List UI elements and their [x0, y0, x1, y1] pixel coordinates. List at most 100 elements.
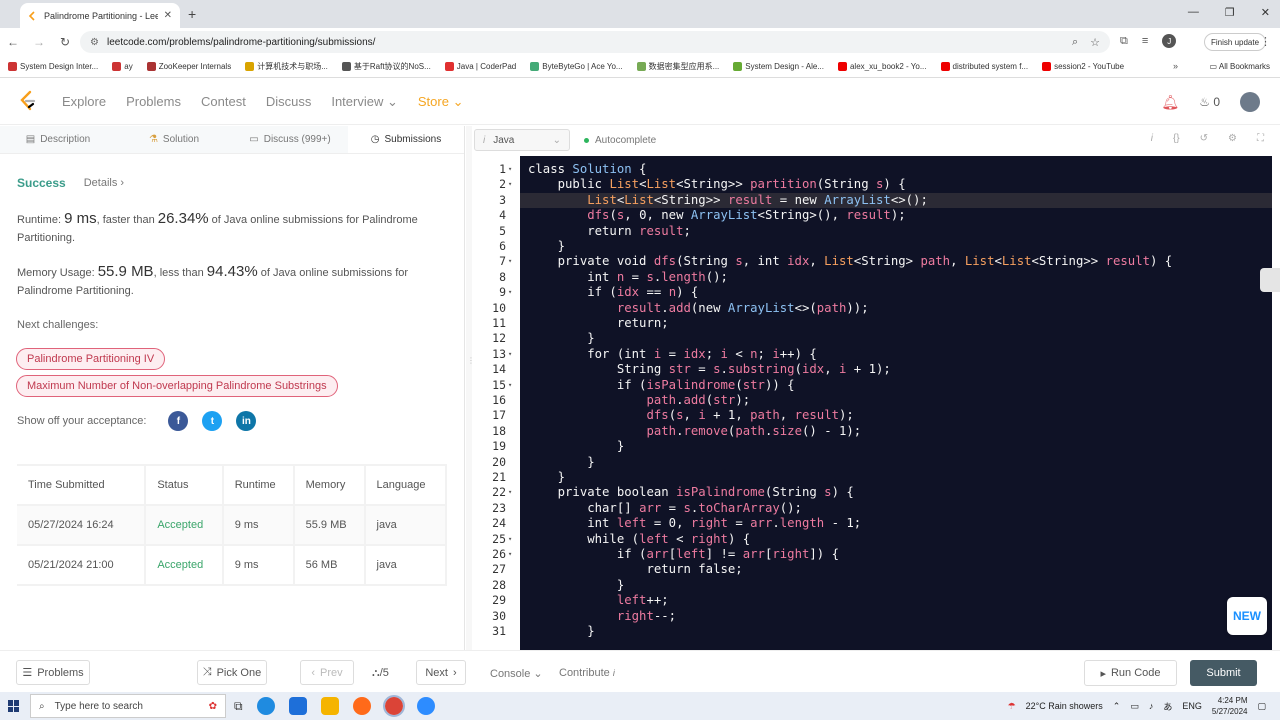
twitter-icon[interactable]: t — [202, 411, 223, 431]
taskbar-search-input[interactable]: ⌕ Type here to search ✿ — [30, 694, 226, 718]
nav-interview[interactable]: Interview ⌄ — [331, 94, 398, 110]
autocomplete-toggle[interactable]: Autocomplete — [584, 135, 656, 146]
side-panel-handle[interactable] — [1260, 268, 1280, 292]
code-line[interactable]: path.add(str); 16 — [492, 393, 1272, 408]
table-row[interactable]: 05/27/2024 16:24 Accepted 9 ms 55.9 MB j… — [17, 505, 448, 546]
weather-icon[interactable]: ☂ — [1008, 701, 1016, 712]
code-line[interactable]: path.remove(path.size() - 1); 18 — [492, 424, 1272, 439]
braces-icon[interactable]: {} — [1173, 133, 1180, 144]
code-line[interactable]: if (idx == n) {9 ▾ — [499, 285, 1272, 300]
nav-discuss[interactable]: Discuss — [266, 94, 312, 110]
points-counter[interactable]: ♨ 0 — [1199, 95, 1220, 109]
code-line[interactable]: return; 11 — [492, 316, 1272, 331]
reset-icon[interactable]: ↺ — [1200, 133, 1208, 144]
fullscreen-icon[interactable]: ⛶ — [1257, 133, 1264, 144]
fold-toggle-icon[interactable]: ▾ — [508, 347, 512, 362]
bookmark-item[interactable]: distributed system f... — [940, 62, 1028, 71]
store-icon[interactable] — [288, 697, 307, 715]
ime-icon[interactable]: あ — [1163, 700, 1172, 713]
code-line[interactable]: } 12 — [492, 331, 1272, 346]
code-line[interactable]: } 20 — [492, 455, 1272, 470]
table-row[interactable]: 05/21/2024 21:00 Accepted 9 ms 56 MB jav… — [17, 545, 448, 586]
pick-one-button[interactable]: ⤨ Pick One — [197, 660, 267, 685]
nav-explore[interactable]: Explore — [62, 94, 106, 110]
back-icon[interactable]: ← — [0, 35, 26, 49]
volume-icon[interactable]: ♪ — [1149, 701, 1154, 711]
code-line[interactable]: } 6 — [499, 239, 1272, 254]
code-line[interactable]: int left = 0, right = arr.length - 1; 24 — [492, 516, 1272, 531]
bookmark-item[interactable]: 计算机技术与职场... — [245, 61, 328, 72]
submit-button[interactable]: Submit — [1190, 660, 1257, 686]
fold-toggle-icon[interactable]: ▾ — [508, 547, 512, 562]
finish-update-button[interactable]: Finish update — [1204, 33, 1267, 51]
user-avatar[interactable] — [1240, 92, 1260, 112]
bookmark-item[interactable]: ay — [112, 62, 133, 71]
nav-store[interactable]: Store ⌄ — [418, 94, 464, 110]
code-line[interactable]: String str = s.substring(idx, i + 1); 14 — [492, 362, 1272, 377]
tray-overflow-icon[interactable]: ⌃ — [1113, 701, 1121, 712]
bookmark-item[interactable]: 数据密集型应用系... — [636, 61, 719, 72]
file-explorer-icon[interactable] — [320, 697, 339, 715]
code-line[interactable]: for (int i = idx; i < n; i++) {13 ▾ — [492, 347, 1272, 362]
leetcode-logo-icon[interactable] — [18, 90, 38, 112]
code-line[interactable]: right--; 30 — [492, 609, 1272, 624]
code-line[interactable]: dfs(s, i + 1, path, result); 17 — [492, 408, 1272, 423]
code-line[interactable]: } 19 — [492, 439, 1272, 454]
status-link[interactable]: Accepted — [145, 505, 224, 546]
code-line[interactable]: int n = s.length(); 8 — [499, 270, 1272, 285]
console-toggle[interactable]: Console ⌄ — [490, 667, 543, 680]
profile-avatar[interactable]: J — [1162, 34, 1177, 48]
new-tab-icon[interactable]: + — [188, 6, 196, 22]
code-line[interactable]: public List<List<String>> partition(Stri… — [499, 177, 1272, 192]
code-line[interactable]: if (arr[left] != arr[right]) {26 ▾ — [492, 547, 1272, 562]
language-indicator[interactable]: ENG — [1182, 701, 1202, 711]
code-line[interactable]: class Solution {1 ▾ — [499, 162, 1272, 177]
reload-icon[interactable]: ↻ — [52, 35, 78, 49]
url-field[interactable]: ⚙ leetcode.com/problems/palindrome-parti… — [80, 31, 1110, 53]
browser-tab[interactable]: Palindrome Partitioning - LeetC ✕ — [20, 3, 180, 28]
bookmark-item[interactable]: System Design - Ale... — [733, 62, 824, 71]
site-info-icon[interactable]: ⚙ — [90, 37, 99, 48]
extensions-icon[interactable]: ⧉ — [1120, 35, 1128, 48]
zoom-app-icon[interactable] — [416, 697, 435, 715]
chrome-icon[interactable] — [382, 695, 405, 717]
bookmark-star-icon[interactable]: ☆ — [1090, 36, 1100, 49]
bookmarks-overflow-icon[interactable]: » — [1173, 61, 1178, 71]
forward-icon[interactable]: → — [26, 35, 52, 49]
code-line[interactable]: dfs(s, 0, new ArrayList<String>(), resul… — [499, 208, 1272, 223]
tab-solution[interactable]: ⚗ Solution — [116, 126, 232, 153]
code-line[interactable]: left++; 29 — [492, 593, 1272, 608]
language-select[interactable]: i Java ⌄ — [474, 129, 570, 151]
linkedin-icon[interactable]: in — [236, 411, 257, 431]
facebook-icon[interactable]: f — [168, 411, 189, 431]
code-line[interactable]: return false; 27 — [492, 562, 1272, 577]
nav-problems[interactable]: Problems — [126, 94, 181, 110]
firefox-icon[interactable] — [352, 697, 371, 715]
fold-toggle-icon[interactable]: ▾ — [508, 378, 512, 393]
weather-text[interactable]: 22°C Rain showers — [1026, 701, 1103, 711]
nav-contest[interactable]: Contest — [201, 94, 246, 110]
task-view-icon[interactable]: ⧉ — [234, 699, 243, 714]
code-line[interactable]: return result; 5 — [499, 224, 1272, 239]
status-link[interactable]: Accepted — [145, 545, 224, 586]
restore-icon[interactable]: ❐ — [1225, 6, 1235, 19]
code-line[interactable]: } 21 — [492, 470, 1272, 485]
next-button[interactable]: Next › — [416, 660, 466, 685]
bookmark-item[interactable]: System Design Inter... — [8, 62, 98, 71]
code-line[interactable]: List<List<String>> result = new ArrayLis… — [499, 192, 1272, 209]
contribute-link[interactable]: Contribute i — [559, 667, 615, 679]
details-link[interactable]: Details › — [84, 177, 124, 189]
all-bookmarks[interactable]: ▭ All Bookmarks — [1210, 62, 1270, 71]
info-icon[interactable]: i — [1151, 133, 1153, 144]
network-icon[interactable]: ▭ — [1130, 701, 1139, 712]
code-line[interactable]: while (left < right) {25 ▾ — [492, 532, 1272, 547]
settings-icon[interactable]: ⚙ — [1228, 133, 1237, 144]
bookmark-item[interactable]: ZooKeeper Internals — [146, 62, 231, 71]
windows-start-icon[interactable] — [8, 700, 20, 712]
minimize-icon[interactable]: — — [1188, 6, 1199, 19]
fold-toggle-icon[interactable]: ▾ — [508, 177, 512, 192]
code-line[interactable]: } 31 — [492, 624, 1272, 639]
code-editor[interactable]: class Solution {1 ▾ public List<List<Stri… — [472, 156, 1272, 650]
problems-button[interactable]: ☰ Problems — [16, 660, 90, 685]
tab-discuss[interactable]: ▭ Discuss (999+) — [232, 126, 348, 153]
